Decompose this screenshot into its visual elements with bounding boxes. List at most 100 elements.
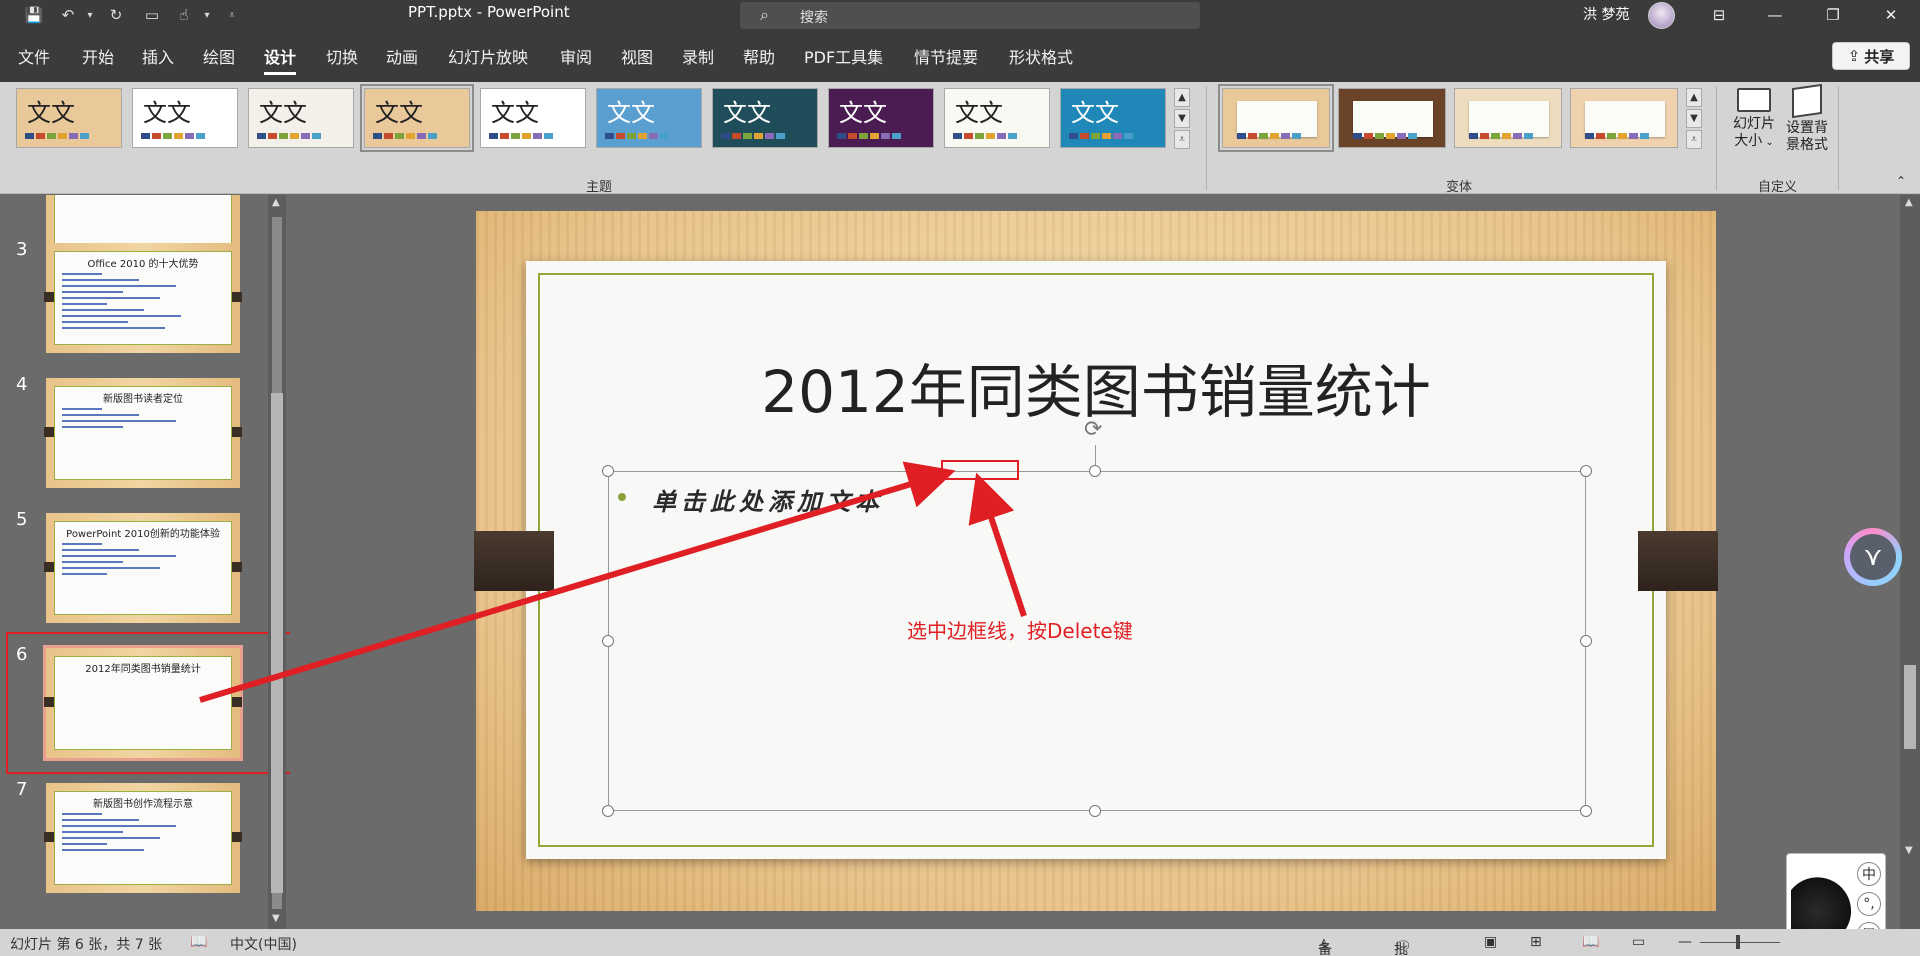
present-from-start-icon[interactable]: ▭ bbox=[140, 4, 164, 26]
scroll-up-icon[interactable]: ▲ bbox=[272, 197, 280, 208]
theme-option-6[interactable]: 文文 bbox=[596, 88, 702, 148]
close-icon[interactable]: ✕ bbox=[1868, 0, 1914, 30]
minimize-icon[interactable]: — bbox=[1752, 0, 1798, 30]
theme-option-10[interactable]: 文文 bbox=[1060, 88, 1166, 148]
slideshow-view-icon[interactable]: ▭ bbox=[1632, 934, 1645, 950]
format-background-button[interactable]: 设置背 景格式 bbox=[1780, 83, 1834, 154]
tab-shape-format[interactable]: 形状格式 bbox=[1009, 44, 1073, 68]
gallery-scroll-up-icon[interactable]: ▲ bbox=[1174, 88, 1190, 107]
variant-more-icon[interactable]: ⩡ bbox=[1686, 130, 1702, 149]
tab-transitions[interactable]: 切换 bbox=[326, 44, 358, 68]
tab-help[interactable]: 帮助 bbox=[743, 44, 775, 68]
format-background-label-2: 景格式 bbox=[1786, 137, 1828, 153]
slide-counter: 幻灯片 第 6 张，共 7 张 bbox=[10, 937, 163, 953]
assistant-floating-button[interactable]: ⋎ bbox=[1844, 528, 1902, 586]
theme-option-9[interactable]: 文文 bbox=[944, 88, 1050, 148]
slide-thumbnail-3[interactable]: Office 2010 的十大优势 bbox=[44, 243, 242, 353]
share-label: 共享 bbox=[1864, 47, 1895, 66]
theme-sample-text: 文文 bbox=[1071, 99, 1119, 127]
language-status[interactable]: 中文(中国) bbox=[230, 934, 297, 954]
resize-handle[interactable] bbox=[1580, 805, 1592, 817]
zoom-out-icon[interactable]: — bbox=[1678, 934, 1692, 950]
theme-option-7[interactable]: 文文 bbox=[712, 88, 818, 148]
tab-record[interactable]: 录制 bbox=[682, 44, 714, 68]
undo-icon[interactable]: ↶ bbox=[56, 4, 80, 26]
resize-handle[interactable] bbox=[1580, 465, 1592, 477]
reading-view-icon[interactable]: 📖 bbox=[1582, 934, 1599, 950]
resize-handle[interactable] bbox=[602, 465, 614, 477]
ime-punct-key[interactable]: °, bbox=[1857, 892, 1881, 916]
touch-dropdown-icon[interactable]: ▾ bbox=[200, 4, 214, 26]
tab-file[interactable]: 文件 bbox=[18, 44, 50, 68]
theme-option-8[interactable]: 文文 bbox=[828, 88, 934, 148]
variant-scroll-down-icon[interactable]: ▼ bbox=[1686, 109, 1702, 128]
resize-handle[interactable] bbox=[602, 805, 614, 817]
slide-size-button[interactable]: 幻灯片 大小 ⌄ bbox=[1726, 84, 1782, 151]
current-slide[interactable]: 2012年同类图书销量统计 ⟳ 单击此处添加文本 选中边框线，按Delete键 bbox=[474, 211, 1718, 911]
variant-option-1[interactable] bbox=[1218, 84, 1334, 152]
annotation-highlight-thumbnail bbox=[6, 632, 292, 774]
editor-scroll-thumb[interactable] bbox=[1904, 665, 1916, 749]
touch-mode-icon[interactable]: ☝ bbox=[172, 4, 196, 26]
format-background-label: 设置背 bbox=[1786, 120, 1828, 136]
tab-pdf-tools[interactable]: PDF工具集 bbox=[804, 44, 883, 68]
accessibility-icon[interactable]: 📖 bbox=[190, 934, 207, 950]
slide-number: 5 bbox=[16, 509, 28, 530]
ime-chinese-key[interactable]: 中 bbox=[1857, 862, 1881, 886]
thumbnail-scroll-thumb[interactable] bbox=[271, 393, 283, 893]
slide-thumbnail-4[interactable]: 新版图书读者定位 bbox=[44, 378, 242, 488]
resize-handle[interactable] bbox=[1580, 635, 1592, 647]
customize-qat-icon[interactable]: ⩡ bbox=[222, 4, 242, 26]
scroll-down-icon[interactable]: ▼ bbox=[272, 913, 280, 924]
scroll-up-icon[interactable]: ▲ bbox=[1905, 197, 1913, 208]
normal-view-icon[interactable]: ▣ bbox=[1484, 934, 1497, 950]
tab-review[interactable]: 审阅 bbox=[560, 44, 592, 68]
editor-scrollbar[interactable]: ▲ ▼ bbox=[1900, 195, 1920, 929]
search-box[interactable]: ⌕ 搜索 bbox=[740, 2, 1200, 29]
ribbon-display-options-icon[interactable]: ⊟ bbox=[1696, 0, 1742, 30]
tab-design[interactable]: 设计 bbox=[264, 44, 297, 75]
theme-option-3[interactable]: 文文 bbox=[248, 88, 354, 148]
zoom-slider-thumb[interactable] bbox=[1736, 935, 1740, 949]
save-icon[interactable]: 💾 bbox=[22, 4, 46, 26]
tab-insert[interactable]: 插入 bbox=[142, 44, 174, 68]
theme-option-4[interactable]: 文文 bbox=[360, 84, 474, 152]
themes-group-label: 主题 bbox=[586, 180, 613, 195]
tab-draw[interactable]: 绘图 bbox=[203, 44, 235, 68]
theme-option-2[interactable]: 文文 bbox=[132, 88, 238, 148]
resize-handle[interactable] bbox=[1089, 805, 1101, 817]
theme-option-1[interactable]: 文文 bbox=[16, 88, 122, 148]
undo-dropdown-icon[interactable]: ▾ bbox=[82, 4, 98, 26]
tab-storyboard[interactable]: 情节提要 bbox=[914, 44, 978, 68]
tab-home[interactable]: 开始 bbox=[82, 44, 114, 68]
avatar[interactable] bbox=[1648, 2, 1675, 29]
gallery-more-icon[interactable]: ⩡ bbox=[1174, 130, 1190, 149]
restore-icon[interactable]: ❐ bbox=[1810, 0, 1856, 30]
slide-thumbnail-5[interactable]: PowerPoint 2010创新的功能体验 bbox=[44, 513, 242, 623]
resize-handle[interactable] bbox=[602, 635, 614, 647]
collapse-ribbon-icon[interactable]: ⌃ bbox=[1896, 174, 1906, 188]
theme-sample-text: 文文 bbox=[839, 99, 887, 127]
variant-option-2[interactable] bbox=[1338, 88, 1446, 148]
slide-thumbnail-7[interactable]: 新版图书创作流程示意 bbox=[44, 783, 242, 893]
zoom-slider[interactable] bbox=[1700, 942, 1780, 943]
share-button[interactable]: ⇪ 共享 bbox=[1832, 42, 1910, 70]
slide-sorter-view-icon[interactable]: ⊞ bbox=[1530, 934, 1542, 950]
tab-animations[interactable]: 动画 bbox=[386, 44, 418, 68]
thumbnail-scrollbar[interactable]: ▲ ▼ bbox=[268, 195, 286, 929]
variant-option-3[interactable] bbox=[1454, 88, 1562, 148]
scroll-down-icon[interactable]: ▼ bbox=[1905, 845, 1913, 856]
redo-icon[interactable]: ↻ bbox=[104, 4, 128, 26]
chevron-down-icon: ⌄ bbox=[1762, 137, 1774, 148]
theme-option-5[interactable]: 文文 bbox=[480, 88, 586, 148]
user-name[interactable]: 洪 梦苑 bbox=[1583, 4, 1629, 24]
search-placeholder: 搜索 bbox=[800, 10, 828, 26]
placeholder-text[interactable]: 单击此处添加文本 bbox=[652, 482, 884, 517]
gallery-scroll-down-icon[interactable]: ▼ bbox=[1174, 109, 1190, 128]
tab-view[interactable]: 视图 bbox=[621, 44, 653, 68]
variant-option-4[interactable] bbox=[1570, 88, 1678, 148]
tab-slideshow[interactable]: 幻灯片放映 bbox=[448, 44, 528, 68]
variant-scroll-up-icon[interactable]: ▲ bbox=[1686, 88, 1702, 107]
resize-handle[interactable] bbox=[1089, 465, 1101, 477]
rotate-handle-icon[interactable]: ⟳ bbox=[1084, 417, 1102, 442]
